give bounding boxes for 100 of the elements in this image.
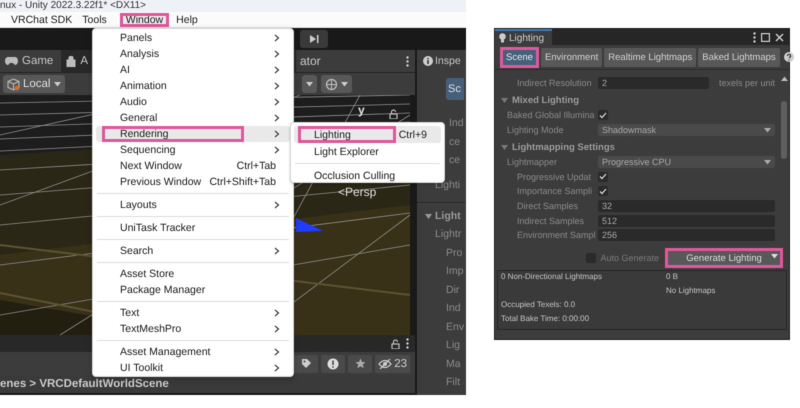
setting-label: Progressive Updat: [516, 172, 592, 182]
section-header: Lightmapping Settings: [512, 142, 615, 154]
stats-text: Occupied Texels: 0.0: [501, 300, 576, 311]
tool-dropdown[interactable]: [302, 75, 317, 93]
setting-label: Lighting Mode: [507, 125, 565, 136]
setting-label: Indirect Samples: [516, 216, 586, 226]
menu-item[interactable]: Layouts: [96, 197, 290, 213]
tab[interactable]: Scene: [500, 46, 539, 68]
menu-item[interactable]: General: [96, 110, 290, 126]
menu-item[interactable]: Asset Management: [96, 344, 290, 360]
section-header: Light: [435, 210, 461, 222]
menu-item[interactable]: Package Manager: [96, 282, 290, 298]
more-icon[interactable]: [406, 338, 409, 349]
expand-triangle-icon[interactable]: [501, 97, 508, 104]
section-header: Mixed Lighting: [512, 95, 580, 106]
generate-lighting-button[interactable]: Generate Lighting: [665, 248, 783, 268]
tag-filter-button[interactable]: [294, 354, 318, 372]
menu-item[interactable]: Asset Store: [96, 266, 290, 282]
menu-bar-item[interactable]: Window: [120, 12, 170, 26]
property-label: Ind: [446, 302, 461, 314]
tab[interactable]: Realtime Lightmaps: [604, 48, 696, 66]
lock-icon[interactable]: [391, 338, 400, 348]
property-label: Dir: [446, 284, 460, 296]
caret-icon: [306, 82, 313, 86]
property-label: ce: [449, 154, 460, 166]
info-icon: [423, 56, 433, 66]
property-label: Filt: [446, 376, 460, 388]
hidden-count-button[interactable]: 23: [375, 354, 410, 372]
tab[interactable]: Baked Lightmaps: [698, 48, 780, 66]
menu-item[interactable]: TextMeshPro: [96, 321, 290, 337]
menu-item[interactable]: UniTask Tracker: [96, 220, 290, 236]
menu-item[interactable]: Text: [96, 305, 290, 321]
property-label: ce: [449, 136, 460, 148]
expand-triangle-icon[interactable]: [425, 212, 432, 220]
step-icon: [309, 34, 319, 44]
menu-item[interactable]: Audio: [96, 94, 290, 110]
menu-item[interactable]: Sequencing: [96, 142, 290, 158]
text-field[interactable]: 512: [598, 214, 775, 227]
panel-tab[interactable]: ator: [296, 50, 415, 72]
property-label: Ind: [449, 117, 464, 130]
projection-label[interactable]: <Persp: [338, 185, 376, 199]
menu-item[interactable]: Analysis: [96, 46, 290, 62]
close-icon[interactable]: [775, 32, 784, 42]
gizmo-dropdown[interactable]: [321, 75, 352, 93]
warning-filter-button[interactable]: [321, 354, 346, 372]
more-icon[interactable]: [753, 32, 756, 42]
menu-bar-item[interactable]: Help: [173, 12, 201, 26]
setting-label: Indirect Resolution: [516, 78, 593, 88]
tag-icon: [300, 358, 312, 369]
panel-tab[interactable]: Game: [0, 50, 62, 72]
more-icon[interactable]: [406, 56, 409, 66]
property-label: Imp: [446, 265, 464, 278]
window-title: nux - Unity 2022.3.22f1* <DX11>: [0, 0, 466, 12]
dropdown[interactable]: Shadowmask: [598, 124, 775, 136]
lock-icon[interactable]: [389, 109, 398, 119]
cube-icon: [7, 78, 20, 90]
dropdown[interactable]: Progressive CPU: [598, 156, 775, 168]
panel-tab[interactable]: A: [61, 50, 96, 72]
property-label: Env: [446, 320, 464, 333]
text-field[interactable]: 2: [598, 77, 709, 90]
checkbox[interactable]: [598, 186, 608, 196]
breadcrumb[interactable]: enes > VRCDefaultWorldScene: [0, 375, 415, 393]
text-field[interactable]: 32: [598, 200, 775, 212]
stats-text: Total Bake Time: 0:00:00: [501, 314, 590, 325]
expand-triangle-icon[interactable]: [501, 144, 508, 152]
checkbox[interactable]: [598, 110, 608, 120]
property-label: Lig: [446, 339, 460, 352]
axis-label: y: [358, 103, 365, 117]
setting-label: Environment Sampl: [516, 230, 597, 240]
menu-bar-item[interactable]: Tools: [79, 12, 110, 26]
menu-bar-item[interactable]: VRChat SDK: [8, 12, 76, 26]
maximize-icon[interactable]: [761, 32, 770, 42]
menu-item[interactable]: Lighting Ctrl+9: [294, 126, 441, 143]
checkbox[interactable]: [598, 172, 608, 182]
scene-tab-button[interactable]: Sc: [446, 78, 464, 100]
menu-item[interactable]: Next Window Ctrl+Tab: [96, 158, 290, 174]
setting-label: Lightmapper: [507, 157, 558, 168]
property-label: Ma: [446, 358, 461, 370]
menu-item[interactable]: Search: [96, 243, 290, 259]
menu-item[interactable]: UI Toolkit: [96, 360, 290, 376]
star-filter-button[interactable]: [348, 354, 372, 372]
menu-item[interactable]: Panels: [96, 30, 290, 46]
setting-label: Direct Samples: [516, 201, 580, 212]
menu-item[interactable]: AI: [96, 62, 290, 78]
eye-slash-icon: [378, 358, 392, 368]
unit-label: texels per unit: [718, 78, 775, 88]
caret-icon: [771, 254, 778, 259]
menu-item[interactable]: Rendering: [96, 126, 290, 142]
help-icon[interactable]: [784, 52, 794, 62]
tab[interactable]: Environment: [540, 48, 602, 66]
panel-tab[interactable]: Inspe: [417, 50, 466, 72]
menu-item[interactable]: Animation: [96, 78, 290, 94]
pivot-dropdown[interactable]: Local: [3, 75, 64, 93]
window-tab[interactable]: Lighting: [495, 29, 552, 45]
property-label: Pro: [446, 246, 462, 259]
menu-item[interactable]: Previous Window Ctrl+Shift+Tab: [96, 174, 290, 190]
stats-text: 0 B: [666, 272, 680, 283]
step-button[interactable]: [300, 30, 328, 48]
text-field[interactable]: 256: [598, 229, 775, 242]
menu-item[interactable]: Light Explorer: [294, 143, 441, 160]
